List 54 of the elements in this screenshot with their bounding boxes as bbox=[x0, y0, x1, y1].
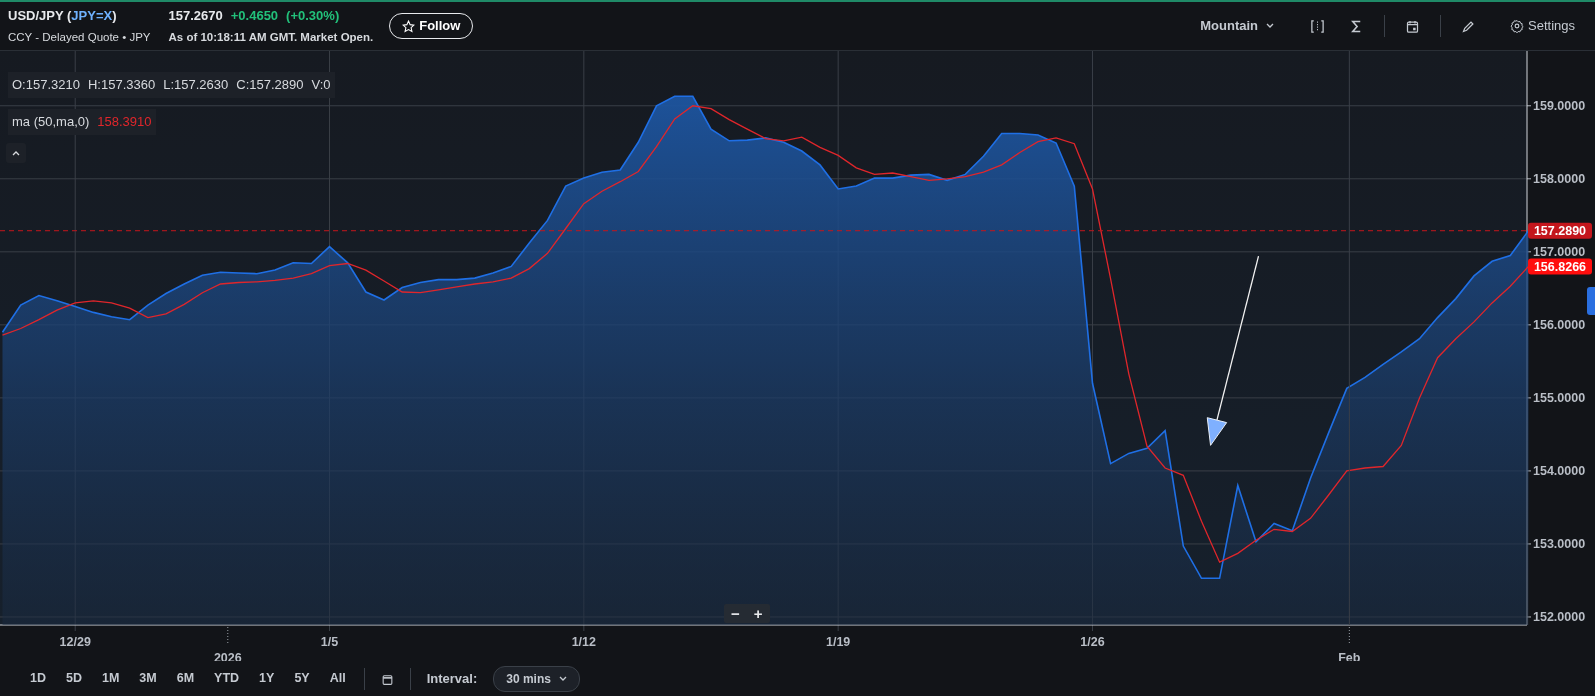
ohlc-value: V:0 bbox=[307, 72, 335, 98]
indicator-legend: ma (50,ma,0) 158.3910 bbox=[8, 109, 156, 135]
ohlc-value: L:157.2630 bbox=[159, 72, 233, 98]
range-button[interactable]: 1M bbox=[91, 665, 130, 692]
calendar-icon bbox=[1405, 19, 1420, 35]
chart-type-dropdown[interactable]: Mountain bbox=[1192, 12, 1282, 40]
settings-icon bbox=[1510, 19, 1524, 33]
interval-label: Interval: bbox=[426, 669, 478, 688]
price-tag: 157.2890 bbox=[1528, 222, 1592, 239]
range-button[interactable]: All bbox=[319, 665, 356, 692]
calendar-icon bbox=[380, 672, 394, 686]
zoom-button[interactable]: − bbox=[724, 604, 747, 623]
axis-label: 1/19 bbox=[826, 635, 851, 649]
star-icon bbox=[402, 19, 416, 33]
caret-icon bbox=[12, 150, 20, 156]
price-tag: 156.8266 bbox=[1528, 258, 1592, 275]
axis-label: 1/26 bbox=[1080, 635, 1105, 649]
interval-dropdown[interactable]: 30 mins bbox=[493, 665, 580, 692]
range-button[interactable]: 3M bbox=[129, 665, 167, 692]
settings-button[interactable]: Settings bbox=[1502, 12, 1583, 40]
range-button[interactable]: YTD bbox=[204, 665, 250, 692]
axis-label: 156.0000 bbox=[1533, 317, 1586, 332]
range-button[interactable]: 1D bbox=[20, 665, 56, 692]
last-price: 157.2670 bbox=[168, 6, 223, 25]
range-button[interactable]: 5D bbox=[56, 665, 92, 692]
quote-subtitle: CCY - Delayed Quote • JPY bbox=[8, 30, 151, 46]
price-change-percent: (+0.30%) bbox=[286, 6, 340, 25]
range-button[interactable]: 6M bbox=[166, 665, 205, 692]
caret-icon bbox=[558, 675, 567, 682]
pencil-icon bbox=[1461, 19, 1476, 35]
zoom-button[interactable]: + bbox=[746, 604, 770, 623]
range-button[interactable]: 5Y bbox=[284, 665, 320, 692]
axis-label: 12/29 bbox=[59, 635, 91, 649]
ref-line-label: 157.2890 bbox=[1533, 224, 1587, 239]
ohlc-value: H:157.3360 bbox=[83, 72, 160, 98]
axis-label: 153.0000 bbox=[1533, 536, 1586, 551]
axis-label: 152.0000 bbox=[1533, 609, 1586, 624]
quote-timestamp: As of 10:18:11 AM GMT. Market Open. bbox=[168, 30, 374, 46]
price-change: +0.4650 bbox=[230, 6, 279, 25]
bracket-icon bbox=[1310, 19, 1325, 35]
ohlc-value: C:157.2890 bbox=[232, 72, 308, 98]
side-panel-handle[interactable] bbox=[1587, 287, 1595, 315]
axis-label: 1/12 bbox=[571, 635, 596, 649]
axis-label: 157.0000 bbox=[1533, 244, 1586, 259]
axis-label: 154.0000 bbox=[1533, 463, 1586, 478]
quote-title: USD/JPY (JPY=X) bbox=[8, 6, 118, 25]
collapse-button[interactable] bbox=[6, 143, 26, 163]
axis-label: 155.0000 bbox=[1533, 390, 1586, 405]
caret-icon bbox=[1266, 23, 1274, 29]
axis-label: 1/5 bbox=[320, 635, 339, 649]
range-button[interactable]: 1Y bbox=[249, 665, 285, 692]
axis-label: 158.0000 bbox=[1533, 171, 1586, 186]
axis-label: 159.0000 bbox=[1533, 98, 1586, 113]
ohlc-value: O:157.3210 bbox=[8, 72, 84, 98]
